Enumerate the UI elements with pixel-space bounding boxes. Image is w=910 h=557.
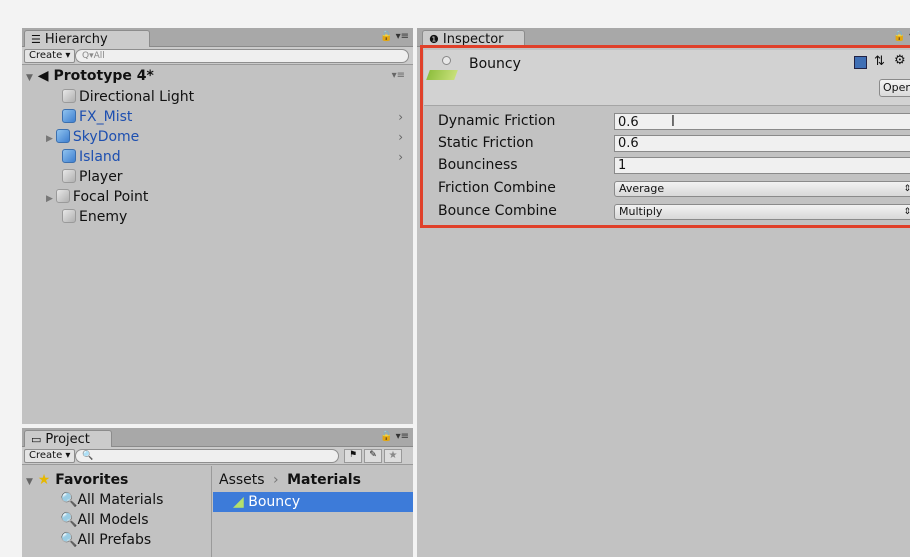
hierarchy-item[interactable]: Island › — [62, 147, 409, 167]
panel-menu-icon[interactable]: 🔒 ▾≡ — [380, 31, 409, 42]
gameobject-icon — [62, 89, 76, 103]
asset-item-selected[interactable]: ◢ Bouncy — [213, 492, 413, 512]
project-toolbar: Create ▾ 🔍 ⚑ ✎ ★ — [22, 447, 413, 465]
physic-material-icon: ◢ — [233, 494, 244, 510]
hierarchy-panel: ☰ Hierarchy 🔒 ▾≡ Create ▾ Q▾All ▼ ◀ Prot… — [22, 28, 413, 424]
prefab-icon — [62, 109, 76, 123]
hierarchy-item[interactable]: Enemy — [62, 207, 127, 227]
tab-hierarchy[interactable]: ☰ Hierarchy — [24, 30, 150, 48]
expand-arrow-icon: ▼ — [26, 477, 33, 487]
filter-by-type-icon[interactable]: ⚑ — [344, 449, 362, 463]
hierarchy-search-input[interactable]: Q▾All — [75, 49, 409, 63]
tab-hierarchy-label: Hierarchy — [44, 31, 108, 47]
project-search-input[interactable]: 🔍 — [75, 449, 339, 463]
tab-project[interactable]: ▭ Project — [24, 430, 112, 448]
gameobject-icon — [62, 169, 76, 183]
favorite-star-icon[interactable]: ★ — [384, 449, 402, 463]
project-tabbar: ▭ Project 🔒 ▾≡ — [22, 428, 413, 448]
chevron-right-icon[interactable]: › — [398, 127, 403, 147]
hierarchy-item[interactable]: FX_Mist › — [62, 107, 409, 127]
gameobject-icon — [62, 209, 76, 223]
hierarchy-item[interactable]: Player — [62, 167, 123, 187]
favorite-item[interactable]: 🔍All Models — [60, 510, 149, 530]
favorite-item[interactable]: 🔍All Materials — [60, 490, 163, 510]
project-right-column: Assets › Materials ◢ Bouncy — [213, 466, 413, 557]
panel-menu-icon[interactable]: 🔒 ▾≡ — [380, 431, 409, 442]
expand-arrow-icon[interactable]: ▶ — [46, 134, 53, 144]
expand-arrow-icon[interactable]: ▶ — [46, 194, 53, 204]
search-icon: 🔍 — [60, 532, 78, 548]
project-left-column: ▼ ★ Favorites 🔍All Materials 🔍All Models… — [22, 466, 212, 557]
hierarchy-toolbar: Create ▾ Q▾All — [22, 47, 413, 65]
project-create-button[interactable]: Create ▾ — [24, 449, 76, 463]
search-icon: 🔍 — [60, 492, 78, 508]
scene-menu-icon[interactable]: ▾≡ — [392, 66, 405, 86]
breadcrumb: Assets › Materials — [219, 470, 361, 490]
list-icon: ☰ — [31, 32, 41, 46]
highlight-box — [420, 45, 910, 228]
favorites-header[interactable]: ▼ ★ Favorites — [26, 470, 128, 490]
chevron-right-icon[interactable]: › — [398, 107, 403, 127]
scene-name: Prototype 4* — [53, 68, 154, 84]
breadcrumb-current[interactable]: Materials — [287, 472, 361, 488]
gameobject-icon — [55, 189, 70, 203]
prefab-icon — [55, 129, 70, 143]
hierarchy-item[interactable]: Directional Light — [62, 87, 194, 107]
folder-icon: ▭ — [31, 432, 42, 446]
prefab-icon — [62, 149, 76, 163]
hierarchy-item[interactable]: ▶ SkyDome › — [46, 127, 409, 147]
search-icon: 🔍 — [60, 512, 78, 528]
filter-by-label-icon[interactable]: ✎ — [364, 449, 382, 463]
breadcrumb-root[interactable]: Assets — [219, 472, 265, 488]
project-panel: ▭ Project 🔒 ▾≡ Create ▾ 🔍 ⚑ ✎ ★ ▼ ★ Favo… — [22, 428, 413, 557]
hierarchy-item[interactable]: ▶ Focal Point — [46, 187, 148, 207]
hierarchy-create-button[interactable]: Create ▾ — [24, 49, 76, 63]
expand-arrow-icon: ▼ — [26, 73, 33, 83]
star-icon: ★ — [37, 472, 51, 488]
scene-root[interactable]: ▼ ◀ Prototype 4* ▾≡ — [26, 66, 409, 86]
breadcrumb-separator: › — [273, 472, 279, 488]
tab-project-label: Project — [45, 431, 90, 447]
unity-scene-icon: ◀ — [37, 68, 49, 84]
hierarchy-tabbar: ☰ Hierarchy 🔒 ▾≡ — [22, 28, 413, 48]
favorite-item[interactable]: 🔍All Prefabs — [60, 530, 151, 550]
panel-menu-icon[interactable]: 🔒 ▾ — [893, 31, 910, 42]
chevron-right-icon[interactable]: › — [398, 147, 403, 167]
